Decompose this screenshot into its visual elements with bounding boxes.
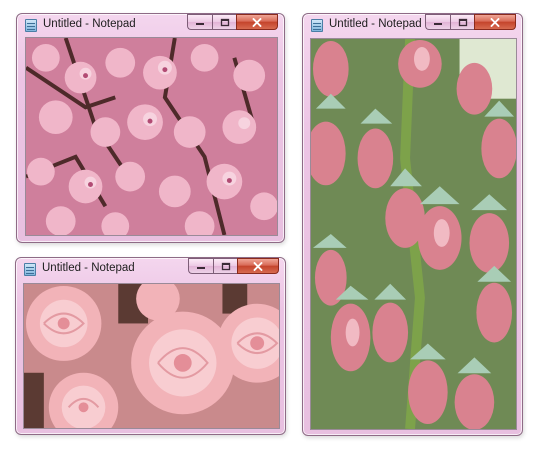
- notepad-window-1[interactable]: Untitled - Notepad: [16, 13, 285, 243]
- window-controls: [188, 258, 279, 276]
- maximize-icon: [221, 262, 230, 270]
- maximize-button[interactable]: [212, 14, 236, 30]
- close-icon: [253, 261, 263, 271]
- title-bar[interactable]: Untitled - Notepad: [303, 14, 522, 36]
- notepad-window-2[interactable]: Untitled - Notepad: [15, 257, 286, 435]
- title-bar[interactable]: Untitled - Notepad: [16, 258, 285, 280]
- notepad-icon: [25, 19, 37, 32]
- minimize-icon: [197, 267, 205, 269]
- title-bar[interactable]: Untitled - Notepad: [17, 14, 284, 36]
- close-icon: [490, 17, 500, 27]
- minimize-icon: [434, 23, 442, 25]
- minimize-button[interactable]: [425, 14, 450, 30]
- window-title: Untitled - Notepad: [42, 262, 135, 274]
- minimize-icon: [196, 23, 204, 25]
- window-title: Untitled - Notepad: [43, 18, 136, 30]
- minimize-button[interactable]: [188, 258, 213, 274]
- close-button[interactable]: [236, 14, 278, 30]
- close-icon: [252, 17, 262, 27]
- window-title: Untitled - Notepad: [329, 18, 422, 30]
- window-controls: [187, 14, 278, 32]
- minimize-button[interactable]: [187, 14, 212, 30]
- window-controls: [425, 14, 516, 32]
- bell-flowers-image: [311, 39, 516, 429]
- editor-area-bell-flowers[interactable]: [310, 38, 517, 430]
- cherry-blossom-image: [26, 38, 277, 235]
- notepad-icon: [24, 263, 36, 276]
- maximize-icon: [458, 18, 467, 26]
- notepad-window-3[interactable]: Untitled - Notepad: [302, 13, 523, 436]
- maximize-button[interactable]: [450, 14, 474, 30]
- notepad-icon: [311, 19, 323, 32]
- close-button[interactable]: [474, 14, 516, 30]
- maximize-button[interactable]: [213, 258, 237, 274]
- maximize-icon: [220, 18, 229, 26]
- rose-flowers-image: [24, 284, 279, 428]
- editor-area-roses[interactable]: [23, 283, 280, 429]
- editor-area-cherry-blossoms[interactable]: [25, 37, 278, 236]
- close-button[interactable]: [237, 258, 279, 274]
